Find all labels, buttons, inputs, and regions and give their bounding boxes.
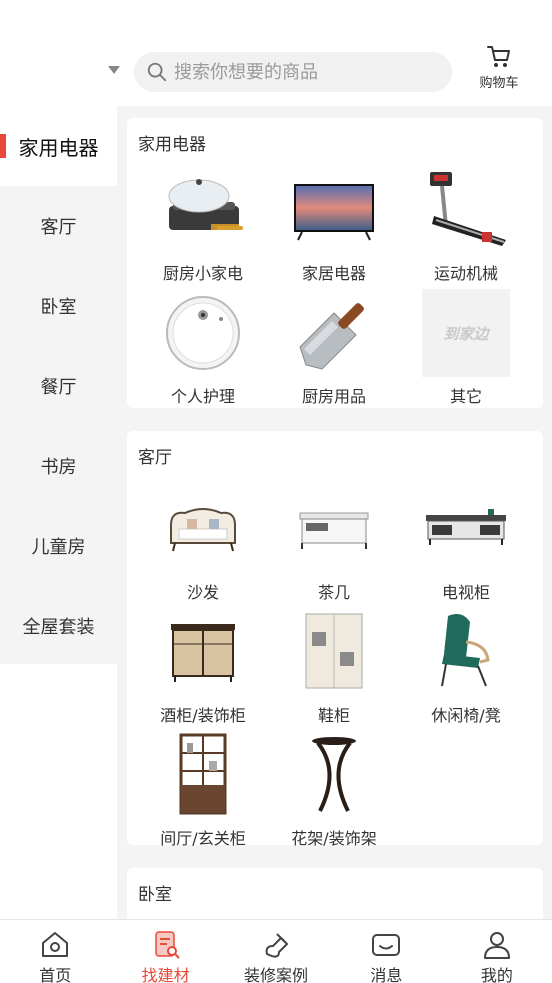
category-item-label: 厨房小家电 (162, 264, 243, 283)
shoe-cabinet-icon (290, 608, 378, 696)
nav-home[interactable]: 首页 (0, 920, 110, 983)
category-item-fitness-machines[interactable]: 运动机械 (406, 166, 526, 284)
sidebar-item-dining-room[interactable]: 餐厅 (0, 346, 117, 426)
sidebar-item-label: 客厅 (40, 217, 77, 238)
category-item-partition-cabinet[interactable]: 间厅/玄关柜 (143, 731, 263, 849)
profile-icon (483, 932, 510, 959)
category-item-label: 家居电器 (301, 264, 366, 283)
cart-label: 购物车 (479, 76, 519, 91)
sidebar-item-whole-house[interactable]: 全屋套装 (0, 586, 117, 666)
sidebar-item-label: 餐厅 (40, 377, 77, 398)
sidebar-item-label: 全屋套装 (22, 617, 95, 638)
sidebar-item-bedroom[interactable]: 卧室 (0, 266, 117, 346)
cart-button[interactable]: 购物车 (472, 42, 526, 94)
nav-find-materials[interactable]: 找建材 (110, 920, 220, 983)
search-icon (147, 62, 167, 82)
category-item-wine-cabinet[interactable]: 酒柜/装饰柜 (143, 608, 263, 726)
category-item-label: 茶几 (317, 583, 350, 602)
placeholder-logo-text: 到家边 (443, 324, 489, 343)
plant-stand-icon (290, 731, 378, 819)
category-item-label: 花架/装饰架 (291, 829, 377, 848)
robot-vacuum-icon (159, 289, 247, 377)
sidebar-item-label: 卧室 (40, 297, 77, 318)
nav-decoration-cases[interactable]: 装修案例 (221, 920, 331, 983)
category-item-label: 沙发 (186, 583, 219, 602)
section-title: 客厅 (138, 448, 172, 468)
sidebar-item-label: 儿童房 (31, 537, 86, 558)
category-item-label: 个人护理 (170, 387, 235, 406)
category-item-label: 鞋柜 (317, 706, 350, 725)
category-item-personal-care[interactable]: 个人护理 (143, 289, 263, 407)
nav-profile[interactable]: 我的 (442, 920, 552, 983)
nav-messages[interactable]: 消息 (331, 920, 441, 983)
wine-cabinet-icon (159, 608, 247, 696)
treadmill-icon (422, 166, 510, 254)
section-title: 家用电器 (138, 135, 206, 155)
location-dropdown-caret-icon[interactable] (108, 66, 120, 74)
sofa-icon (159, 485, 247, 573)
section-card-appliances: 家用电器 厨房小家电 家居电器 运动机械 个人护理 厨房用品 到家边 其它 (127, 118, 543, 408)
bottom-navigation: 首页 找建材 装修案例 消息 我的 (0, 919, 552, 983)
nav-label: 消息 (370, 966, 403, 983)
category-sidebar: 家用电器 客厅 卧室 餐厅 书房 儿童房 全屋套装 (0, 106, 117, 664)
category-item-label: 厨房用品 (301, 387, 366, 406)
category-item-lounge-chair[interactable]: 休闲椅/凳 (406, 608, 526, 726)
category-content[interactable]: 家用电器 厨房小家电 家居电器 运动机械 个人护理 厨房用品 到家边 其它 客厅… (117, 106, 552, 919)
section-title: 卧室 (138, 885, 172, 905)
category-item-sofa[interactable]: 沙发 (143, 485, 263, 603)
category-item-label: 其它 (449, 387, 482, 406)
sidebar-item-label: 书房 (40, 457, 77, 478)
category-item-label: 酒柜/装饰柜 (160, 706, 246, 725)
nav-label: 我的 (480, 966, 513, 983)
category-item-shoe-cabinet[interactable]: 鞋柜 (274, 608, 394, 726)
category-item-tv-cabinet[interactable]: 电视柜 (406, 485, 526, 603)
sidebar-item-living-room[interactable]: 客厅 (0, 186, 117, 266)
section-card-living-room: 客厅 沙发 茶几 电视柜 酒柜/装饰柜 鞋柜 休闲椅/凳 间厅/玄关柜 花架/装… (127, 431, 543, 848)
category-item-home-appliances[interactable]: 家居电器 (274, 166, 394, 284)
cleaver-knife-icon (290, 289, 378, 377)
category-item-plant-stand[interactable]: 花架/装饰架 (274, 731, 394, 849)
category-item-label: 休闲椅/凳 (431, 706, 501, 725)
category-item-label: 电视柜 (441, 583, 490, 602)
coffee-table-icon (290, 485, 378, 573)
section-card-bedroom: 卧室 (127, 868, 543, 919)
nav-label: 装修案例 (244, 966, 309, 983)
placeholder-logo-icon: 到家边 (422, 289, 510, 377)
find-materials-icon (154, 931, 180, 959)
category-item-others[interactable]: 到家边 其它 (406, 289, 526, 407)
decoration-cases-icon (265, 933, 289, 958)
tv-cabinet-icon (422, 485, 510, 573)
search-input[interactable] (174, 61, 434, 83)
nav-label: 找建材 (141, 966, 190, 983)
partition-shelf-icon (159, 731, 247, 819)
sidebar-item-appliances[interactable]: 家用电器 (0, 106, 117, 186)
lounge-chair-icon (422, 608, 510, 696)
category-item-label: 运动机械 (433, 264, 498, 283)
message-icon (372, 934, 401, 956)
shopping-cart-icon (487, 46, 510, 67)
sidebar-item-label: 家用电器 (18, 135, 99, 160)
category-item-kitchen-supplies[interactable]: 厨房用品 (274, 289, 394, 407)
home-icon (42, 932, 69, 957)
category-item-kitchen-appliances[interactable]: 厨房小家电 (143, 166, 263, 284)
sidebar-item-kids-room[interactable]: 儿童房 (0, 506, 117, 586)
category-item-label: 间厅/玄关柜 (160, 829, 246, 848)
category-item-coffee-table[interactable]: 茶几 (274, 485, 394, 603)
search-bar[interactable] (134, 52, 452, 92)
header: 购物车 (0, 0, 552, 106)
sidebar-item-study[interactable]: 书房 (0, 426, 117, 506)
sidebar-empty-area (0, 664, 117, 919)
television-icon (290, 166, 378, 254)
nav-label: 首页 (39, 966, 72, 983)
electric-grill-icon (159, 166, 247, 254)
